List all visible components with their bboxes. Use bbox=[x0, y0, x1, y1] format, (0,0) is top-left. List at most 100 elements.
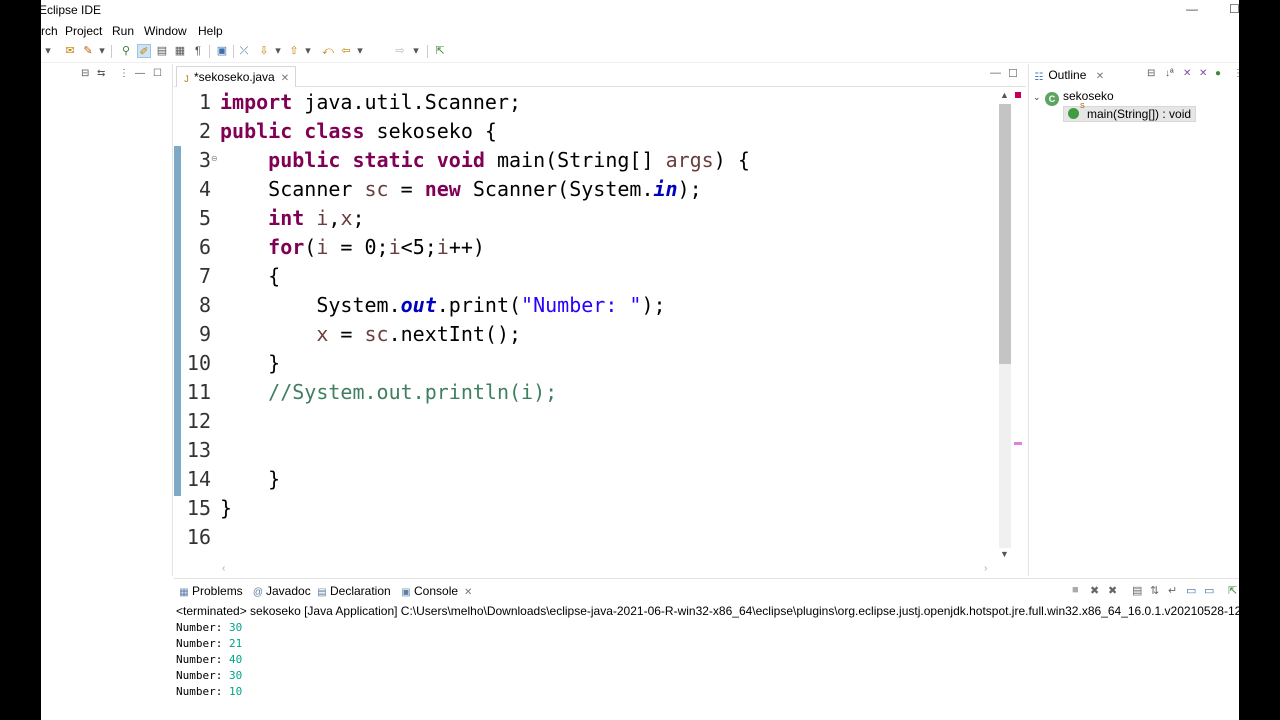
pin-editor-icon[interactable]: ⇱ bbox=[433, 44, 447, 58]
remove-launch-icon[interactable]: ✖ bbox=[1090, 584, 1099, 597]
console-icon: ▣ bbox=[401, 587, 411, 598]
code-line[interactable]: } bbox=[220, 494, 232, 523]
minimize-editor-icon[interactable]: — bbox=[990, 67, 1001, 79]
code-line[interactable]: public class sekoseko { bbox=[220, 117, 497, 146]
minimize-view-icon[interactable]: — bbox=[135, 68, 145, 79]
outline-tab[interactable]: ☷ Outline ✕ bbox=[1029, 68, 1105, 87]
menu-window[interactable]: Window bbox=[144, 24, 187, 38]
dropdown-arrow-icon[interactable]: ▾ bbox=[41, 44, 55, 58]
console-output-line: Number: 21 bbox=[176, 636, 242, 652]
show-on-stderr-icon[interactable]: ▭ bbox=[1204, 584, 1214, 597]
view-menu-icon[interactable]: ⋮ bbox=[1233, 68, 1239, 79]
code-text-area[interactable]: 1 2 3 ⊖ 4 5 6 7 8 9 10 11 12 13 14 15 16 import java.uti… bbox=[174, 88, 1026, 563]
java-file-icon: J bbox=[184, 74, 189, 84]
scroll-lock-icon[interactable]: ⇅ bbox=[1150, 584, 1159, 597]
method-icon: S bbox=[1068, 103, 1085, 119]
code-line[interactable]: System.out.print("Number: "); bbox=[220, 291, 665, 320]
tab-problems[interactable]: ▦ Problems bbox=[178, 584, 242, 598]
previous-annotation-icon[interactable]: ⇧ bbox=[287, 44, 301, 58]
maximize-view-icon[interactable]: ☐ bbox=[153, 68, 162, 79]
open-type-icon[interactable]: ✉ bbox=[63, 44, 77, 58]
overview-ruler[interactable] bbox=[1012, 88, 1026, 563]
horizontal-scrollbar[interactable]: ‹ › bbox=[220, 563, 996, 576]
code-line[interactable]: //System.out.println(i); bbox=[220, 378, 557, 407]
code-line[interactable]: Scanner sc = new Scanner(System.in); bbox=[220, 175, 702, 204]
show-on-stdout-icon[interactable]: ▭ bbox=[1186, 584, 1196, 597]
hide-fields-icon[interactable]: ✕ bbox=[1183, 68, 1191, 79]
close-icon[interactable]: ✕ bbox=[1096, 71, 1104, 82]
next-annotation-icon[interactable]: ⇩ bbox=[257, 44, 271, 58]
hide-non-public-icon[interactable]: ● bbox=[1215, 68, 1221, 79]
sort-icon[interactable]: ↓ª bbox=[1165, 68, 1174, 79]
word-wrap-icon[interactable]: ▦ bbox=[173, 44, 187, 58]
back-icon[interactable]: ⇦ bbox=[339, 44, 353, 58]
close-icon[interactable]: ✕ bbox=[281, 73, 289, 84]
remove-all-terminated-icon[interactable]: ✖ bbox=[1108, 584, 1117, 597]
code-line[interactable]: import java.util.Scanner; bbox=[220, 88, 521, 117]
code-token: "Number: " bbox=[521, 293, 642, 317]
terminate-icon[interactable]: ■ bbox=[1072, 584, 1079, 596]
scroll-left-icon[interactable]: ‹ bbox=[222, 563, 225, 574]
vertical-scrollbar[interactable]: ▲ ▼ bbox=[996, 88, 1012, 563]
clear-console-icon[interactable]: ▤ bbox=[1132, 584, 1142, 597]
code-line[interactable]: for(i = 0;i<5;i++) bbox=[220, 233, 485, 262]
dropdown-arrow-icon[interactable]: ▾ bbox=[95, 44, 109, 58]
scroll-up-icon[interactable]: ▲ bbox=[1000, 90, 1009, 100]
tab-declaration[interactable]: ▤ Declaration bbox=[316, 584, 390, 598]
collapse-all-icon[interactable]: ⊟ bbox=[1147, 68, 1155, 79]
scroll-right-icon[interactable]: › bbox=[984, 563, 987, 574]
code-line[interactable]: } bbox=[220, 349, 280, 378]
occurrence-marker[interactable] bbox=[1014, 442, 1022, 445]
code-line[interactable]: x = sc.nextInt(); bbox=[220, 320, 521, 349]
fold-collapse-icon[interactable]: ⊖ bbox=[211, 154, 218, 163]
tree-node-class[interactable]: ⌄ Csekoseko bbox=[1033, 89, 1114, 106]
code-token: .print( bbox=[436, 293, 522, 317]
search-icon[interactable]: ⚲ bbox=[119, 44, 133, 58]
code-line[interactable]: } bbox=[220, 465, 280, 494]
code-token: class bbox=[304, 119, 365, 143]
terminal-icon[interactable]: ▣ bbox=[215, 44, 229, 58]
collapse-all-icon[interactable]: ⊟ bbox=[81, 68, 89, 79]
forward-icon[interactable]: ⇨ bbox=[393, 44, 407, 58]
tree-node-method[interactable]: Smain(String[]) : void bbox=[1063, 103, 1197, 122]
minimized-left-view: ⊟ ⇆ ⋮ — ☐ bbox=[41, 64, 173, 576]
line-number: 6 bbox=[198, 235, 211, 259]
code-line[interactable]: public static void main(String[] args) { bbox=[220, 146, 750, 175]
block-selection-icon[interactable]: ▤ bbox=[155, 44, 169, 58]
tab-javadoc[interactable]: @ Javadoc bbox=[252, 584, 311, 598]
tab-console[interactable]: ▣ Console ✕ bbox=[400, 584, 472, 598]
chevron-down-icon[interactable]: ⌄ bbox=[1033, 92, 1045, 103]
dropdown-arrow-icon[interactable]: ▾ bbox=[301, 44, 315, 58]
skip-breakpoints-icon[interactable]: ⤫ bbox=[237, 44, 251, 58]
dropdown-arrow-icon[interactable]: ▾ bbox=[271, 44, 285, 58]
method-signature: main(String[]) : void bbox=[1087, 107, 1192, 121]
maximize-editor-icon[interactable]: ☐ bbox=[1008, 67, 1018, 80]
close-icon[interactable]: ✕ bbox=[464, 587, 472, 598]
dropdown-arrow-icon[interactable]: ▾ bbox=[353, 44, 367, 58]
restore-button[interactable]: ☐ bbox=[1229, 2, 1239, 16]
code-line[interactable]: { bbox=[220, 262, 280, 291]
minimize-button[interactable]: — bbox=[1186, 2, 1198, 16]
code-line[interactable]: int i,x; bbox=[220, 204, 364, 233]
show-whitespace-icon[interactable]: ¶ bbox=[191, 44, 205, 58]
dropdown-arrow-icon[interactable]: ▾ bbox=[409, 44, 423, 58]
word-wrap-icon[interactable]: ↵ bbox=[1168, 584, 1177, 597]
scrollbar-thumb[interactable] bbox=[999, 104, 1011, 364]
menu-project[interactable]: Project bbox=[65, 24, 102, 38]
editor-tab-bar: J *sekoseko.java ✕ — ☐ bbox=[174, 64, 1026, 87]
pin-console-icon[interactable]: ⇱ bbox=[1228, 584, 1237, 597]
link-with-editor-icon[interactable]: ⇆ bbox=[97, 68, 105, 79]
mark-occurrences-icon[interactable]: ✐ bbox=[137, 44, 151, 58]
editor-tab-sekoseko[interactable]: J *sekoseko.java ✕ bbox=[176, 66, 297, 87]
last-edit-location-icon[interactable]: ⤺ bbox=[321, 44, 335, 58]
new-wizard-icon[interactable]: ✎ bbox=[81, 44, 95, 58]
error-summary-icon[interactable] bbox=[1015, 92, 1021, 98]
menu-help[interactable]: Help bbox=[198, 24, 223, 38]
menu-search[interactable]: rch bbox=[41, 24, 58, 38]
scroll-down-icon[interactable]: ▼ bbox=[1000, 549, 1009, 559]
hide-static-icon[interactable]: ✕ bbox=[1199, 68, 1207, 79]
class-icon: C bbox=[1045, 92, 1059, 106]
menu-run[interactable]: Run bbox=[112, 24, 134, 38]
view-menu-icon[interactable]: ⋮ bbox=[119, 68, 129, 79]
